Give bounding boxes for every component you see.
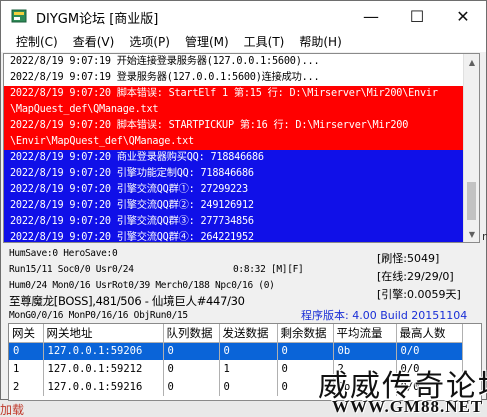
menu-options[interactable]: 选项(P)	[114, 32, 170, 52]
menu-manage[interactable]: 管理(M)	[170, 32, 229, 52]
program-version: 程序版本: 4.00 Build 20151104	[301, 309, 468, 322]
cell-address: 127.0.0.1:59206	[43, 342, 164, 360]
cell-sent: 0	[219, 378, 278, 396]
menu-help[interactable]: 帮助(H)	[284, 32, 341, 52]
cell-sent: 1	[219, 360, 278, 378]
scroll-up-icon[interactable]: ▲	[464, 54, 479, 70]
log-line: 2022/8/19 9:07:19 登录服务器(127.0.0.1:5600)连…	[10, 72, 320, 83]
col-max-users[interactable]: 最高人数	[396, 324, 463, 343]
cell-avg-traffic: 0b	[333, 342, 397, 360]
menu-bar: 控制(C) 查看(V) 选项(P) 管理(M) 工具(T) 帮助(H)	[1, 32, 486, 52]
status-run: Run15/11 Soc0/0 Usr0/24	[9, 264, 134, 275]
log-scrollbar[interactable]: ▲ ▼	[463, 54, 479, 242]
online-count: [在线:29/29/0]	[377, 270, 454, 283]
col-queue[interactable]: 队列数据	[163, 324, 220, 343]
table-header: 网关 网关地址 队列数据 发送数据 剩余数据 平均流量 最高人数	[9, 324, 463, 343]
col-sent[interactable]: 发送数据	[219, 324, 278, 343]
cell-gateway: 1	[9, 360, 44, 378]
status-mongo: MonG0/0/16 MonP0/16/16 ObjRun0/15	[9, 310, 188, 321]
table-row[interactable]: 0 127.0.0.1:59206 0 0 0 0b 0/0	[9, 342, 463, 360]
menu-tools[interactable]: 工具(T)	[229, 32, 285, 52]
col-remaining[interactable]: 剩余数据	[277, 324, 334, 343]
col-avg-traffic[interactable]: 平均流量	[333, 324, 397, 343]
watermark: 威威传奇论坛 WWW.GM88.NET	[318, 361, 487, 417]
log-lines: 2022/8/19 9:07:19 开始连接登录服务器(127.0.0.1:56…	[4, 54, 465, 242]
cell-remaining: 0	[277, 342, 334, 360]
cell-gateway: 0	[9, 342, 44, 360]
log-line: 2022/8/19 9:07:20 引擎交流QQ群③: 277734856	[4, 214, 465, 230]
log-line: 2022/8/19 9:07:19 开始连接登录服务器(127.0.0.1:56…	[10, 56, 320, 67]
log-line: \MapQuest_def\QManage.txt	[4, 102, 465, 118]
close-button[interactable]: ✕	[440, 1, 486, 32]
cell-max-users: 0/0	[396, 342, 463, 360]
window-title: DIYGM论坛 [商业版]	[36, 12, 159, 27]
cell-queue: 0	[163, 360, 220, 378]
cell-gateway: 2	[9, 378, 44, 396]
cell-queue: 0	[163, 342, 220, 360]
log-line: 2022/8/19 9:07:20 脚本错误: StartElf 1 第:15 …	[4, 86, 465, 102]
refresh-count: [刷怪:5049]	[377, 252, 440, 265]
col-gateway[interactable]: 网关	[9, 324, 44, 343]
maximize-button[interactable]: ☐	[394, 1, 440, 32]
log-line: 2022/8/19 9:07:20 引擎交流QQ群②: 249126912	[4, 198, 465, 214]
cell-sent: 0	[219, 342, 278, 360]
background-text: 加载	[0, 403, 25, 417]
status-humsave: HumSave:0 HeroSave:0	[9, 248, 118, 259]
background-window-edge: m	[482, 230, 487, 243]
status-time: 0:8:32 [M][F]	[233, 264, 304, 275]
app-icon	[11, 9, 27, 23]
log-panel[interactable]: 2022/8/19 9:07:19 开始连接登录服务器(127.0.0.1:56…	[3, 53, 480, 243]
menu-control[interactable]: 控制(C)	[1, 32, 58, 52]
cell-address: 127.0.0.1:59216	[43, 378, 164, 396]
log-line: 2022/8/19 9:07:20 引擎功能定制QQ: 718846686	[4, 166, 465, 182]
title-bar[interactable]: DIYGM论坛 [商业版] — ☐ ✕	[1, 1, 486, 32]
scroll-thumb[interactable]	[467, 182, 476, 220]
log-line: 2022/8/19 9:07:20 商业登录器购买QQ: 718846686	[4, 150, 465, 166]
status-boss: 至尊魔龙[BOSS],481/506 - 仙境巨人#447/30	[9, 294, 245, 308]
engine-uptime: [引擎:0.0059天]	[377, 288, 461, 301]
minimize-button[interactable]: —	[348, 1, 394, 32]
watermark-url: WWW.GM88.NET	[332, 397, 484, 416]
cell-queue: 0	[163, 378, 220, 396]
log-line: 2022/8/19 9:07:20 脚本错误: STARTPICKUP 第:16…	[4, 118, 465, 134]
main-window: DIYGM论坛 [商业版] — ☐ ✕ 控制(C) 查看(V) 选项(P) 管理…	[0, 0, 487, 401]
menu-view[interactable]: 查看(V)	[58, 32, 115, 52]
log-line: 2022/8/19 9:07:20 引擎交流QQ群④: 264221952	[4, 230, 465, 242]
scroll-down-icon[interactable]: ▼	[464, 226, 479, 242]
log-line: \Envir\MapQuest_def\QManage.txt	[4, 134, 465, 150]
col-address[interactable]: 网关地址	[43, 324, 164, 343]
cell-address: 127.0.0.1:59212	[43, 360, 164, 378]
log-line: 2022/8/19 9:07:20 引擎交流QQ群①: 27299223	[4, 182, 465, 198]
status-hum: Hum0/24 Mon0/16 UsrRot0/39 Merch0/188 Np…	[9, 280, 275, 291]
